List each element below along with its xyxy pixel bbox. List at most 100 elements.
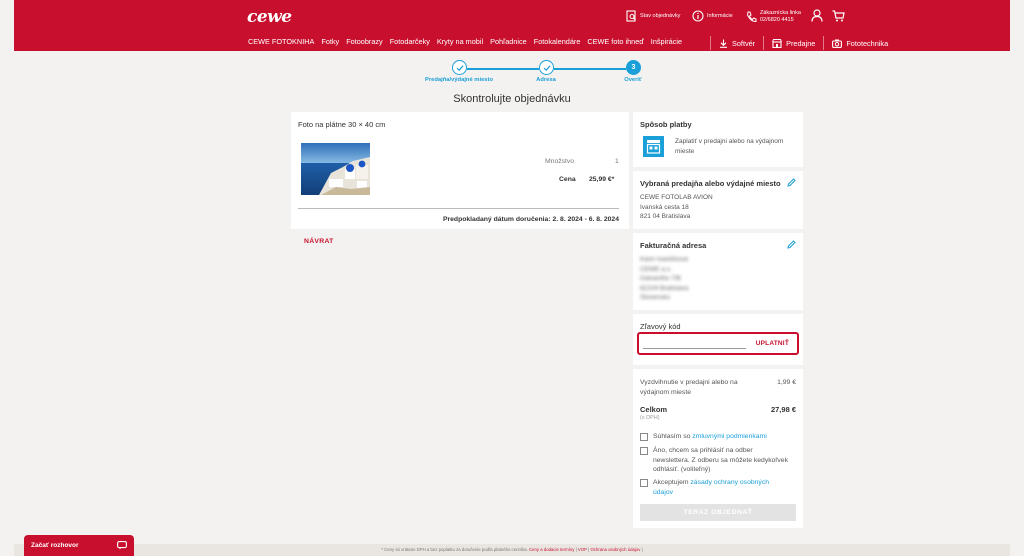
- privacy-link-continued[interactable]: údajov: [653, 488, 793, 498]
- info-icon: [692, 10, 704, 22]
- order-status-label: Stav objednávky: [640, 13, 681, 19]
- nav-divider: [710, 36, 711, 50]
- nav-stores[interactable]: Predajne: [772, 38, 816, 48]
- canvas-photo-image: [301, 143, 370, 195]
- terms-checkbox[interactable]: [640, 433, 648, 441]
- nav-item-fotodarceky[interactable]: Fotodarčeky: [390, 37, 430, 46]
- order-status-link[interactable]: Stav objednávky: [626, 10, 680, 22]
- cart-button[interactable]: [832, 10, 845, 22]
- coupon-input[interactable]: [643, 339, 746, 349]
- checkout-stepper: Predajňa/výdajné miesto Adresa 3 Overiť: [0, 58, 1024, 88]
- nav-item-fotokalendare[interactable]: Fotokalendáre: [534, 37, 581, 46]
- nav-item-fotoobrazy[interactable]: Fotoobrazy: [346, 37, 383, 46]
- terms-prefix: Súhlasím so: [653, 433, 693, 440]
- back-link[interactable]: NÁVRAT: [304, 238, 334, 245]
- step-1-circle[interactable]: [452, 60, 467, 75]
- product-card: Foto na plátne 30 × 40 cm Množstvo 1 Cen…: [291, 112, 629, 229]
- check-icon: [543, 64, 550, 71]
- nav-item-kryty[interactable]: Kryty na mobil: [437, 37, 483, 46]
- apply-coupon-button[interactable]: UPLATNIŤ: [756, 340, 789, 347]
- nav-item-fotky[interactable]: Fotky: [321, 37, 339, 46]
- pickup-fee-label-line1: Vyzdvihnutie v predajni alebo na: [640, 379, 738, 386]
- footer-note: * Ceny sú vrátane DPH a bez poplatku za …: [14, 544, 1010, 556]
- place-order-button[interactable]: TERAZ OBJEDNAŤ: [640, 504, 796, 521]
- step-3-label: Overiť: [624, 77, 642, 83]
- download-icon: [720, 39, 727, 48]
- billing-line: Slovensko: [640, 294, 670, 301]
- site-header: cewe Stav objednávky Informácie Zákazníc…: [14, 0, 1010, 51]
- step-2-circle[interactable]: [539, 60, 554, 75]
- chat-label: Začať rozhovor: [31, 542, 79, 549]
- privacy-checkbox[interactable]: [640, 479, 648, 487]
- product-title: Foto na plátne 30 × 40 cm: [298, 120, 386, 129]
- nav-divider: [763, 36, 765, 50]
- payment-method-line2: mieste: [675, 147, 695, 155]
- terms-link[interactable]: zmluvnými podmienkami: [692, 433, 766, 440]
- store-icon: [772, 38, 783, 48]
- product-divider: [298, 208, 619, 209]
- newsletter-line2: newslettera. Z odberu sa môžete kedykoľv…: [653, 456, 788, 464]
- coupon-field-box: UPLATNIŤ: [637, 332, 799, 355]
- pickup-fee-label-line2: výdajnom mieste: [640, 388, 691, 396]
- nav-stores-label: Predajne: [786, 38, 816, 48]
- total-vat-note: (s DPH): [640, 415, 660, 421]
- info-link[interactable]: Informácie: [692, 10, 733, 22]
- delivery-estimate: Predpokladaný dátum doručenia: 2. 8. 202…: [442, 216, 619, 223]
- nav-item-pohladnice[interactable]: Pohľadnice: [490, 37, 527, 46]
- cart-icon: [832, 10, 845, 22]
- camera-icon: [832, 39, 843, 48]
- footer-link-terms[interactable]: VOP: [578, 547, 587, 552]
- phone-label: Zákaznícka linka: [760, 10, 801, 16]
- nav-software-label: Softvér: [732, 38, 756, 48]
- customer-line[interactable]: Zákaznícka linka 02/6820 4415: [746, 10, 801, 24]
- billing-line: Karin Ivaničková: [640, 256, 688, 263]
- payment-method-line1: Zaplatiť v predajni alebo na výdajnom: [675, 138, 784, 145]
- start-chat-button[interactable]: Začať rozhovor: [24, 535, 134, 556]
- account-button[interactable]: [811, 9, 823, 22]
- newsletter-checkbox[interactable]: [640, 447, 648, 455]
- footer-link-delivery[interactable]: Ceny a dodacie termíny: [529, 547, 574, 552]
- footer-link-privacy[interactable]: Ochrana osobných údajov: [590, 547, 640, 552]
- newsletter-line1: Áno, chcem sa prihlásiť na odber: [653, 447, 753, 454]
- quantity-label: Množstvo: [545, 158, 575, 165]
- billing-line: 82104 Bratislava: [640, 284, 689, 292]
- coupon-title: Zľavový kód: [640, 322, 681, 331]
- phone-icon: [746, 11, 757, 23]
- edit-pencil-icon[interactable]: [787, 240, 796, 249]
- store-panel: Vybraná predajňa alebo výdajné miesto CE…: [633, 171, 803, 229]
- privacy-consent-text: Akceptujem zásady ochrany osobných údajo…: [653, 478, 793, 497]
- store-street: Ivanská cesta 18: [640, 203, 689, 211]
- cewe-logo[interactable]: cewe: [247, 7, 292, 27]
- privacy-prefix: Akceptujem: [653, 479, 691, 486]
- footer-text: * Ceny sú vrátane DPH a bez poplatku za …: [381, 547, 528, 552]
- price-value: 25,99 €*: [589, 176, 615, 183]
- payment-title: Spôsob platby: [640, 120, 692, 129]
- privacy-link[interactable]: zásady ochrany osobných: [690, 479, 769, 486]
- step-2-label: Adresa: [536, 77, 556, 83]
- nav-phototech-label: Fototechnika: [846, 38, 889, 48]
- store-title: Vybraná predajňa alebo výdajné miesto: [640, 179, 781, 188]
- stepper-line: [554, 68, 626, 70]
- nav-item-foto-ihned[interactable]: CEWE foto ihneď: [587, 37, 643, 46]
- info-label: Informácie: [707, 13, 733, 19]
- page-title: Skontrolujte objednávku: [453, 93, 571, 105]
- quantity-value: 1: [615, 158, 619, 165]
- chat-bubble-icon: [117, 541, 127, 550]
- payment-panel: Spôsob platby Zaplatiť v predajni alebo …: [633, 112, 803, 167]
- product-thumbnail[interactable]: [301, 143, 370, 195]
- nav-item-inspiracie[interactable]: Inšpirácie: [651, 37, 682, 46]
- user-icon: [811, 9, 823, 22]
- nav-phototech[interactable]: Fototechnika: [832, 39, 888, 48]
- edit-pencil-icon[interactable]: [787, 178, 796, 187]
- nav-divider: [823, 36, 825, 50]
- terms-consent-text: Súhlasím so zmluvnými podmienkami: [653, 432, 793, 442]
- nav-item-fotokniha[interactable]: CEWE FOTOKNIHA: [248, 37, 314, 46]
- nav-software[interactable]: Softvér: [719, 39, 755, 48]
- billing-panel: Fakturačná adresa Karin Ivaničková CEWE …: [633, 233, 803, 310]
- billing-line: CEWE a.s.: [640, 265, 672, 273]
- main-nav: CEWE FOTOKNIHA Fotky Fotoobrazy Fotodarč…: [248, 37, 682, 46]
- newsletter-consent-text: Áno, chcem sa prihlásiť na odber newslet…: [653, 446, 793, 475]
- order-status-icon: [626, 10, 636, 22]
- store-payment-icon: [643, 136, 664, 157]
- pickup-fee-value: 1,99 €: [777, 379, 796, 386]
